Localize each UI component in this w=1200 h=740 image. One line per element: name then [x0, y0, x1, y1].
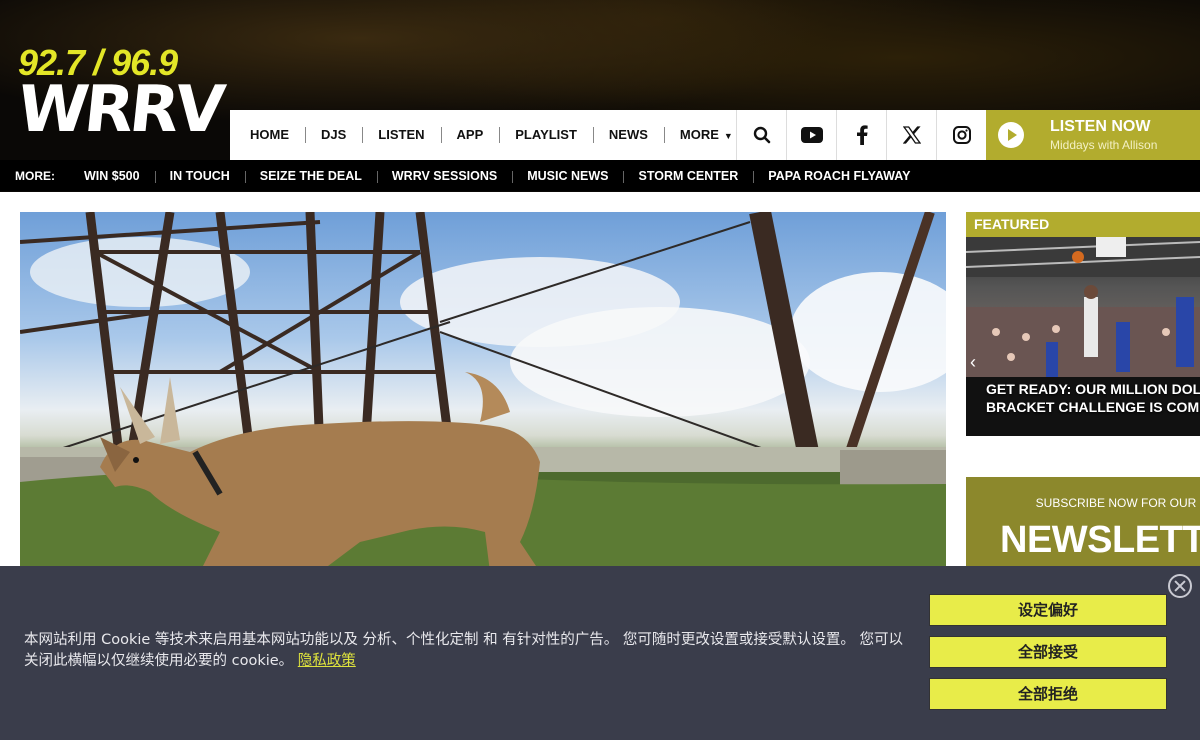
- more-in-touch[interactable]: IN TOUCH: [154, 169, 245, 183]
- x-button[interactable]: [886, 110, 936, 160]
- instagram-button[interactable]: [936, 110, 986, 160]
- hero-image[interactable]: [20, 212, 946, 572]
- nav-news[interactable]: NEWS: [592, 110, 664, 160]
- more-storm-center[interactable]: STORM CENTER: [623, 169, 753, 183]
- carousel-prev-icon[interactable]: ‹: [970, 352, 976, 373]
- more-papa-roach-flyaway[interactable]: PAPA ROACH FLYAWAY: [753, 169, 925, 183]
- search-icon: [753, 126, 770, 144]
- listen-now-label: LISTEN NOW: [1050, 118, 1151, 135]
- site-header: 92.7 / 96.9 WRRV HOME DJS LISTEN APP PLA…: [0, 0, 1200, 192]
- facebook-button[interactable]: [836, 110, 886, 160]
- close-icon[interactable]: [1168, 574, 1192, 598]
- cookie-message-text: 本网站利用 Cookie 等技术来启用基本网站功能以及 分析、个性化定制 和 有…: [24, 632, 903, 669]
- cookie-message: 本网站利用 Cookie 等技术来启用基本网站功能以及 分析、个性化定制 和 有…: [24, 630, 914, 672]
- nav-home[interactable]: HOME: [234, 110, 305, 160]
- nav-listen[interactable]: LISTEN: [362, 110, 440, 160]
- current-show: Middays with Allison: [1050, 138, 1158, 152]
- featured-caption-line-1: GET READY: OUR MILLION DOLLAR: [986, 381, 1200, 397]
- cookie-accept-all-button[interactable]: 全部接受: [929, 636, 1167, 668]
- main-nav: HOME DJS LISTEN APP PLAYLIST NEWS MORE ▼: [230, 110, 736, 160]
- newsletter-subtitle: SUBSCRIBE NOW FOR OUR: [1035, 496, 1197, 510]
- featured-heading: FEATURED: [966, 212, 1200, 237]
- nav-playlist[interactable]: PLAYLIST: [499, 110, 593, 160]
- hero-photo-goat: [20, 212, 946, 572]
- more-music-news[interactable]: MUSIC NEWS: [512, 169, 623, 183]
- nav-more-label: MORE: [679, 127, 719, 142]
- chevron-down-icon: ▼: [723, 131, 733, 141]
- instagram-icon: [952, 126, 971, 144]
- play-icon: [998, 122, 1024, 148]
- featured-caption-line-2: BRACKET CHALLENGE IS COMING S: [986, 399, 1200, 415]
- facebook-icon: [856, 125, 868, 145]
- more-wrrv-sessions[interactable]: WRRV SESSIONS: [376, 169, 512, 183]
- listen-now-text: LISTEN NOW Middays with Allison: [1050, 118, 1157, 152]
- cookie-banner: 本网站利用 Cookie 等技术来启用基本网站功能以及 分析、个性化定制 和 有…: [0, 566, 1200, 740]
- more-win-500[interactable]: WIN $500: [69, 169, 155, 183]
- featured-caption[interactable]: GET READY: OUR MILLION DOLLAR BRACKET CH…: [986, 380, 1200, 416]
- logo-call-letters: WRRV: [14, 73, 225, 147]
- youtube-icon: [800, 127, 823, 143]
- more-bar-label: MORE:: [15, 168, 55, 183]
- more-bar: MORE: WIN $500 IN TOUCH SEIZE THE DEAL W…: [0, 160, 1200, 191]
- x-icon: [902, 126, 921, 144]
- nav-djs[interactable]: DJS: [305, 110, 362, 160]
- youtube-button[interactable]: [786, 110, 836, 160]
- featured-panel[interactable]: FEATURED ‹ GET READY: OUR MILLION DOLLAR…: [966, 212, 1200, 436]
- cookie-preferences-button[interactable]: 设定偏好: [929, 594, 1167, 626]
- station-logo[interactable]: 92.7 / 96.9 WRRV: [12, 40, 224, 150]
- newsletter-title: NEWSLETTE: [1000, 519, 1200, 561]
- listen-now-button[interactable]: LISTEN NOW Middays with Allison: [986, 110, 1200, 160]
- cookie-reject-all-button[interactable]: 全部拒绝: [929, 678, 1167, 710]
- privacy-policy-link[interactable]: 隐私政策: [298, 653, 356, 669]
- search-button[interactable]: [736, 110, 786, 160]
- newsletter-promo[interactable]: SUBSCRIBE NOW FOR OUR NEWSLETTE: [966, 477, 1200, 577]
- nav-app[interactable]: APP: [440, 110, 500, 160]
- more-seize-the-deal[interactable]: SEIZE THE DEAL: [244, 169, 377, 183]
